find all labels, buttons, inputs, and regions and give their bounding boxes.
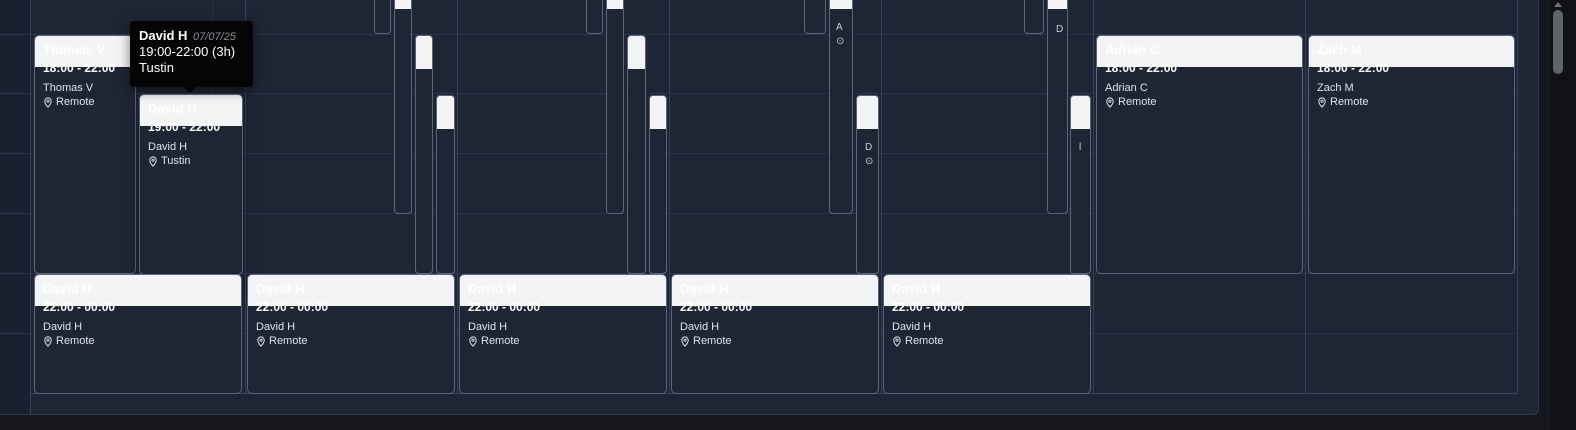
shift-name: David H — [43, 281, 92, 296]
shift-card-collapsed[interactable] — [649, 95, 667, 274]
map-pin-icon — [681, 335, 689, 347]
shift-location: Remote — [43, 96, 95, 108]
shift-card-collapsed[interactable]: l — [1070, 95, 1091, 274]
tooltip-location: Tustin — [139, 60, 174, 75]
shift-person: David H — [256, 321, 296, 333]
shift-person: David H — [680, 321, 720, 333]
shift-time: 18:00 - 22:00 — [1317, 61, 1390, 75]
shift-location: Remote — [892, 335, 944, 347]
shift-location-label: Remote — [1118, 96, 1157, 108]
shift-time: 19:00 - 22:00 — [148, 120, 221, 134]
shift-sliver[interactable]: D — [1047, 0, 1068, 214]
tooltip-name: David H — [139, 28, 188, 43]
shift-person: Zach M — [1317, 82, 1354, 94]
shift-time: 22:00 - 00:00 — [256, 300, 329, 314]
shift-sliver[interactable] — [804, 0, 826, 34]
shift-location-label: Remote — [269, 335, 308, 347]
map-pin-icon — [893, 335, 901, 347]
tooltip-time: 19:00-22:00 (3h) — [139, 44, 236, 59]
sliver-label: D — [1056, 24, 1064, 35]
shift-time: 18:00 - 22:00 — [43, 61, 116, 75]
shift-name: Zach M — [1317, 42, 1362, 57]
shift-location: Remote — [43, 335, 95, 347]
shift-person: David H — [148, 141, 188, 153]
shift-location-label: Remote — [56, 96, 95, 108]
shift-time: 22:00 - 00:00 — [680, 300, 753, 314]
shift-sliver[interactable] — [394, 0, 412, 214]
shift-location: Remote — [468, 335, 520, 347]
shift-name: David H — [680, 281, 729, 296]
shift-name: David H — [148, 101, 197, 116]
map-pin-icon — [149, 155, 157, 167]
shift-location-label: Tustin — [161, 155, 191, 167]
day-divider — [1517, 0, 1518, 394]
calendar-week-grid: A ⊙ D D ⊙ l Thomas V 18:00 - 22:00 Thoma… — [0, 0, 1539, 415]
shift-sliver[interactable] — [1024, 0, 1044, 34]
map-pin-icon: ⊙ — [865, 156, 874, 167]
time-gutter — [0, 0, 31, 414]
shift-location-label: Remote — [693, 335, 732, 347]
shift-person: David H — [468, 321, 508, 333]
shift-time: 22:00 - 00:00 — [892, 300, 965, 314]
sliver-label: l — [1079, 142, 1082, 153]
shift-time: 18:00 - 22:00 — [1105, 61, 1178, 75]
shift-sliver[interactable]: A ⊙ — [829, 0, 853, 214]
day-divider — [1093, 0, 1094, 394]
shift-name: Adrian C — [1105, 42, 1160, 57]
shift-location-label: Remote — [1330, 96, 1369, 108]
shift-location: Remote — [1317, 96, 1369, 108]
scroll-up-arrow-icon[interactable] — [1554, 2, 1562, 7]
shift-location-label: Remote — [56, 335, 95, 347]
map-pin-icon — [1106, 96, 1114, 108]
shift-location: Remote — [1105, 96, 1157, 108]
sliver-label: A — [836, 22, 843, 33]
shift-person: Thomas V — [43, 82, 94, 94]
shift-card[interactable]: David H 22:00 - 00:00 David H Remote — [34, 274, 242, 394]
shift-name: David H — [468, 281, 517, 296]
shift-tooltip: David H 07/07/25 19:00-22:00 (3h) Tustin — [130, 21, 253, 93]
map-pin-icon — [44, 96, 52, 108]
shift-person: Adrian C — [1105, 82, 1148, 94]
shift-name: David H — [256, 281, 305, 296]
shift-card[interactable]: David H 22:00 - 00:00 David H Remote — [247, 274, 455, 394]
day-divider — [1305, 0, 1306, 394]
shift-name: David H — [892, 281, 941, 296]
scrollbar-thumb[interactable] — [1553, 10, 1563, 74]
shift-card-collapsed[interactable] — [436, 95, 455, 274]
shift-card[interactable]: Adrian C 18:00 - 22:00 Adrian C Remote — [1096, 35, 1303, 274]
tooltip-title: David H 07/07/25 — [139, 28, 244, 43]
shift-time: 22:00 - 00:00 — [43, 300, 116, 314]
shift-sliver[interactable] — [606, 0, 624, 214]
shift-location: Remote — [256, 335, 308, 347]
shift-name: Thomas V — [43, 42, 106, 57]
shift-card[interactable]: Zach M 18:00 - 22:00 Zach M Remote — [1308, 35, 1515, 274]
shift-sliver[interactable] — [586, 0, 603, 34]
shift-card[interactable]: Thomas V 18:00 - 22:00 Thomas V Remote — [34, 35, 136, 274]
shift-sliver[interactable] — [374, 0, 391, 34]
day-divider — [669, 0, 670, 394]
shift-location: Remote — [680, 335, 732, 347]
shift-location-label: Remote — [905, 335, 944, 347]
shift-card-hovered[interactable]: David H 19:00 - 22:00 David H Tustin — [139, 94, 243, 275]
day-divider — [881, 0, 882, 394]
tooltip-date: 07/07/25 — [193, 31, 236, 43]
shift-card-collapsed[interactable]: D ⊙ — [856, 95, 879, 274]
shift-card[interactable]: David H 22:00 - 00:00 David H Remote — [883, 274, 1091, 394]
map-pin-icon — [44, 335, 52, 347]
shift-person: David H — [43, 321, 83, 333]
shift-person: David H — [892, 321, 932, 333]
map-pin-icon — [257, 335, 265, 347]
map-pin-icon: ⊙ — [836, 36, 845, 47]
shift-location: Tustin — [148, 155, 191, 167]
day-divider — [457, 0, 458, 394]
shift-time: 22:00 - 00:00 — [468, 300, 541, 314]
shift-card[interactable]: David H 22:00 - 00:00 David H Remote — [671, 274, 879, 394]
map-pin-icon — [469, 335, 477, 347]
map-pin-icon — [1318, 96, 1326, 108]
sliver-label: D — [865, 142, 873, 153]
shift-card-collapsed[interactable] — [627, 35, 646, 274]
shift-location-label: Remote — [481, 335, 520, 347]
shift-card-collapsed[interactable] — [415, 35, 433, 274]
shift-card[interactable]: David H 22:00 - 00:00 David H Remote — [459, 274, 667, 394]
